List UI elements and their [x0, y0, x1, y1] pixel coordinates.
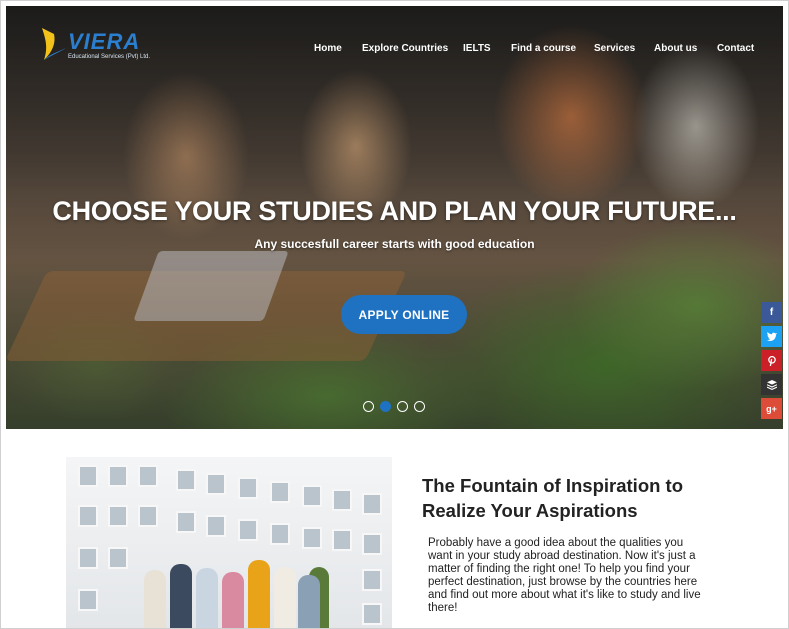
about-heading: The Fountain of Inspiration to Realize Y… — [422, 475, 684, 521]
social-share-bar: f g+ — [761, 302, 782, 422]
google-plus-icon[interactable]: g+ — [761, 398, 782, 419]
slider-dots — [363, 401, 433, 413]
main-nav: Home Explore Countries IELTS Find a cour… — [6, 43, 783, 57]
nav-services[interactable]: Services — [594, 43, 635, 54]
nav-ielts[interactable]: IELTS — [463, 43, 491, 54]
slider-dot-1[interactable] — [363, 401, 374, 412]
hero-title: CHOOSE YOUR STUDIES AND PLAN YOUR FUTURE… — [52, 196, 737, 226]
browser-viewport: VIERA Educational Services (Pvt) Ltd. Ho… — [0, 0, 789, 629]
twitter-icon[interactable] — [761, 326, 782, 347]
hero-slider: VIERA Educational Services (Pvt) Ltd. Ho… — [6, 6, 783, 429]
about-paragraph: Probably have a good idea about the qual… — [428, 537, 701, 614]
slider-dot-2[interactable] — [380, 401, 391, 412]
nav-explore-countries[interactable]: Explore Countries — [362, 43, 448, 54]
apply-online-button[interactable]: APPLY ONLINE — [341, 295, 467, 334]
facebook-icon[interactable]: f — [761, 302, 782, 323]
slider-dot-4[interactable] — [414, 401, 425, 412]
nav-find-a-course[interactable]: Find a course — [511, 43, 576, 54]
nav-about-us[interactable]: About us — [654, 43, 697, 54]
pinterest-icon[interactable] — [761, 350, 782, 371]
nav-contact[interactable]: Contact — [717, 43, 754, 54]
buffer-icon[interactable] — [761, 374, 782, 395]
students-campus-photo — [66, 457, 392, 628]
hero-subtitle: Any succesfull career starts with good e… — [254, 237, 535, 251]
nav-home[interactable]: Home — [314, 43, 342, 54]
slider-dot-3[interactable] — [397, 401, 408, 412]
students-group — [144, 557, 320, 628]
